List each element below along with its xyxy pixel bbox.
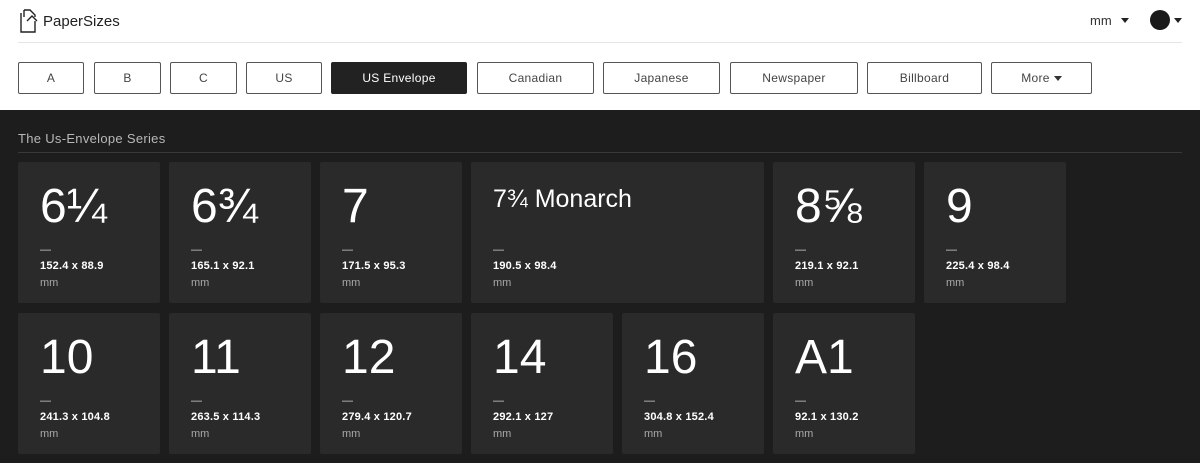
size-card[interactable]: 16 — 304.8 x 152.4 mm [622,313,764,454]
tab-us-envelope[interactable]: US Envelope [331,62,467,94]
size-dash: — [342,244,353,256]
size-card[interactable]: 12 — 279.4 x 120.7 mm [320,313,462,454]
size-unit: mm [493,428,512,440]
size-card[interactable]: 11 — 263.5 x 114.3 mm [169,313,311,454]
size-dash: — [493,395,504,407]
size-dimensions: 304.8 x 152.4 [644,411,714,423]
unit-dropdown[interactable]: mm [1090,13,1129,28]
caret-down-icon [1053,75,1062,81]
size-unit: mm [191,428,210,440]
tab-b[interactable]: B [94,62,161,94]
size-name: 12 [342,331,396,384]
size-dimensions: 225.4 x 98.4 [946,260,1010,272]
size-card[interactable]: 6¾ — 165.1 x 92.1 mm [169,162,311,303]
size-unit: mm [493,277,512,289]
tab-canadian[interactable]: Canadian [477,62,594,94]
size-dimensions: 165.1 x 92.1 [191,260,255,272]
tab-c[interactable]: C [170,62,237,94]
size-name: A1 [795,331,854,384]
size-dash: — [493,244,504,256]
size-name: 7 [342,180,369,233]
size-name: 16 [644,331,698,384]
size-name: 14 [493,331,547,384]
size-unit: mm [342,277,361,289]
size-dimensions: 190.5 x 98.4 [493,260,557,272]
section-divider [18,152,1182,153]
size-card[interactable]: A1 — 92.1 x 130.2 mm [773,313,915,454]
size-dash: — [40,244,51,256]
theme-circle-icon [1150,10,1170,30]
size-dash: — [644,395,655,407]
tab-a[interactable]: A [18,62,84,94]
series-section: The Us-Envelope Series 6¼ — 152.4 x 88.9… [0,110,1200,463]
size-unit: mm [342,428,361,440]
size-dimensions: 292.1 x 127 [493,411,554,423]
tab-us[interactable]: US [246,62,322,94]
size-name: 9 [946,180,973,233]
size-dimensions: 219.1 x 92.1 [795,260,859,272]
size-unit: mm [191,277,210,289]
size-unit: mm [795,277,814,289]
size-dash: — [342,395,353,407]
brand-name: PaperSizes [43,12,120,30]
size-card[interactable]: 14 — 292.1 x 127 mm [471,313,613,454]
header-divider [18,42,1182,43]
size-dash: — [191,244,202,256]
top-header: PaperSizes mm A B C US US Envelope Canad… [0,0,1200,110]
size-unit: mm [795,428,814,440]
size-name: 6¼ [40,180,107,233]
document-icon [18,8,40,34]
brand-link[interactable]: PaperSizes [18,8,120,34]
size-card[interactable]: 8⅝ — 219.1 x 92.1 mm [773,162,915,303]
size-dash: — [946,244,957,256]
size-card[interactable]: 7¾ Monarch — 190.5 x 98.4 mm [471,162,764,303]
size-dimensions: 241.3 x 104.8 [40,411,110,423]
size-dimensions: 279.4 x 120.7 [342,411,412,423]
tab-more[interactable]: More [991,62,1092,94]
tab-newspaper[interactable]: Newspaper [730,62,858,94]
size-dimensions: 92.1 x 130.2 [795,411,859,423]
size-card[interactable]: 9 — 225.4 x 98.4 mm [924,162,1066,303]
size-dimensions: 152.4 x 88.9 [40,260,104,272]
size-unit: mm [644,428,663,440]
size-unit: mm [40,277,59,289]
size-dash: — [40,395,51,407]
size-unit: mm [40,428,59,440]
size-dash: — [795,244,806,256]
size-card[interactable]: 7 — 171.5 x 95.3 mm [320,162,462,303]
size-card[interactable]: 10 — 241.3 x 104.8 mm [18,313,160,454]
size-card[interactable]: 6¼ — 152.4 x 88.9 mm [18,162,160,303]
tab-billboard[interactable]: Billboard [867,62,982,94]
unit-label: mm [1090,13,1112,28]
section-title: The Us-Envelope Series [18,131,166,146]
caret-down-icon [1120,18,1129,23]
theme-dropdown[interactable] [1150,10,1182,30]
caret-down-icon [1174,17,1182,23]
size-name: 7¾ Monarch [493,185,632,213]
size-dimensions: 171.5 x 95.3 [342,260,406,272]
tab-japanese[interactable]: Japanese [603,62,720,94]
size-dash: — [795,395,806,407]
size-dash: — [191,395,202,407]
size-name: 6¾ [191,180,258,233]
size-name: 11 [191,331,241,384]
size-name: 10 [40,331,94,384]
size-unit: mm [946,277,965,289]
size-name: 8⅝ [795,180,862,233]
size-dimensions: 263.5 x 114.3 [191,411,261,423]
